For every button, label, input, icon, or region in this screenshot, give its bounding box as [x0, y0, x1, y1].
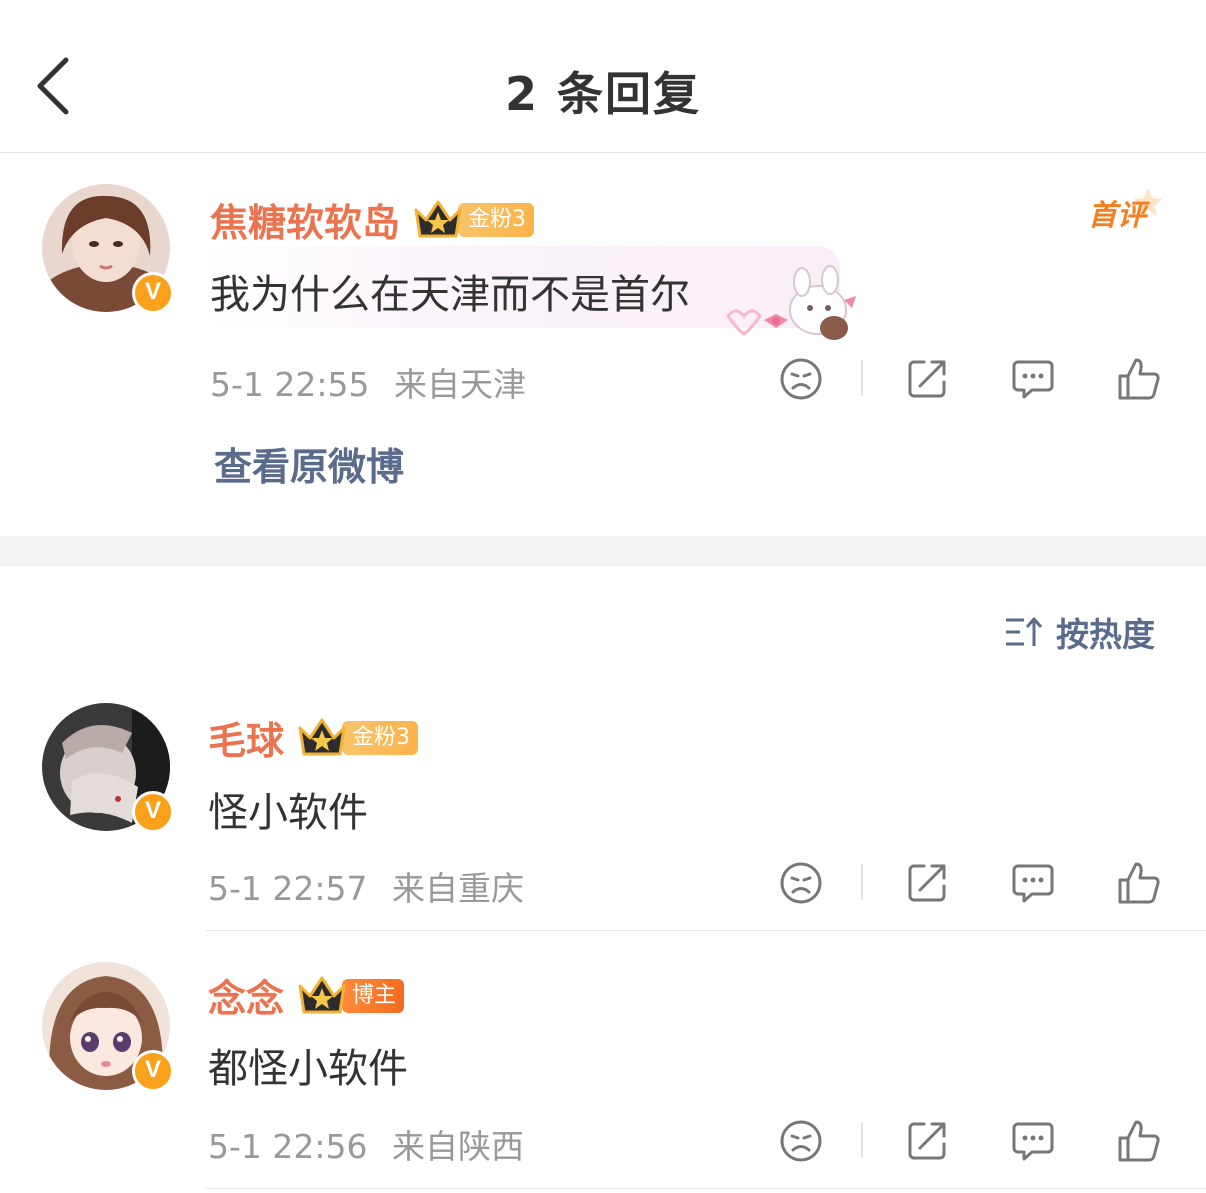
- sad-face-icon: [780, 1120, 822, 1162]
- verified-icon: V: [132, 272, 174, 314]
- avatar[interactable]: V: [42, 703, 174, 833]
- fan-level-badge: 金粉3: [342, 720, 419, 755]
- divider: [861, 1122, 863, 1158]
- avatar[interactable]: V: [42, 184, 174, 314]
- user-info: 毛球 金粉3: [208, 710, 419, 765]
- like-icon: [1118, 358, 1160, 400]
- share-icon: [908, 360, 946, 398]
- dislike-button[interactable]: [776, 354, 826, 404]
- like-button[interactable]: [1114, 1116, 1164, 1166]
- comment-button[interactable]: [1008, 858, 1058, 908]
- top-bar: 2 条回复: [0, 0, 1206, 153]
- sort-icon: [1006, 617, 1043, 646]
- share-button[interactable]: [902, 1116, 952, 1166]
- comment-meta: 5-1 22:55 来自天津: [210, 358, 526, 406]
- dislike-button[interactable]: [776, 858, 826, 908]
- comment-icon: [1012, 1122, 1054, 1161]
- like-button[interactable]: [1114, 354, 1164, 404]
- view-original-link[interactable]: 查看原微博: [214, 436, 404, 491]
- row-divider: [206, 930, 1206, 931]
- action-bar: [770, 354, 1170, 404]
- comment-meta: 5-1 22:56 来自陕西: [208, 1120, 524, 1168]
- fan-level-badge: 金粉3: [458, 202, 535, 237]
- like-icon: [1118, 862, 1160, 904]
- comment-button[interactable]: [1008, 354, 1058, 404]
- action-bar: [770, 1116, 1170, 1166]
- like-icon: [1118, 1120, 1160, 1162]
- sort-label: 按热度: [1056, 615, 1155, 654]
- sad-face-icon: [780, 358, 822, 400]
- bubble-decoration: [716, 264, 862, 348]
- verified-icon: V: [132, 791, 174, 833]
- comment-text: 我为什么在天津而不是首尔: [210, 272, 690, 318]
- action-bar: [770, 858, 1170, 908]
- sort-button[interactable]: 按热度: [1004, 610, 1155, 654]
- share-button[interactable]: [902, 858, 952, 908]
- divider: [861, 360, 863, 396]
- comment-icon: [1012, 864, 1054, 903]
- user-info: 念念 博主: [208, 968, 405, 1023]
- username[interactable]: 念念: [208, 968, 284, 1023]
- comment-text: 怪小软件: [208, 790, 368, 836]
- dislike-button[interactable]: [776, 1116, 826, 1166]
- avatar[interactable]: V: [42, 962, 174, 1092]
- crown-icon: [296, 716, 348, 760]
- sad-face-icon: [780, 862, 822, 904]
- comment-icon: [1012, 360, 1054, 399]
- crown-icon: [412, 198, 464, 242]
- comment-location: 来自重庆: [392, 869, 524, 908]
- comment-meta: 5-1 22:57 来自重庆: [208, 862, 524, 910]
- like-button[interactable]: [1114, 858, 1164, 908]
- verified-icon: V: [132, 1050, 174, 1092]
- comment-time: 5-1 22:57: [208, 869, 368, 908]
- comment-location: 来自陕西: [392, 1127, 524, 1166]
- crown-icon: [296, 974, 348, 1018]
- page-title: 2 条回复: [504, 67, 702, 121]
- comment-time: 5-1 22:56: [208, 1127, 368, 1166]
- user-info: 焦糖软软岛 金粉3: [210, 192, 535, 247]
- comment-text: 都怪小软件: [208, 1046, 408, 1092]
- host-badge: 博主: [342, 978, 405, 1013]
- username[interactable]: 焦糖软软岛: [210, 192, 400, 247]
- share-icon: [908, 1122, 946, 1160]
- comment-location: 来自天津: [394, 365, 526, 404]
- share-button[interactable]: [902, 354, 952, 404]
- comment-time: 5-1 22:55: [210, 365, 370, 404]
- comment-button[interactable]: [1008, 1116, 1058, 1166]
- first-comment-label: 首评: [1088, 198, 1147, 232]
- section-separator: [0, 536, 1206, 566]
- first-comment-tag: 首评: [1086, 188, 1166, 232]
- row-divider: [206, 1188, 1206, 1189]
- share-icon: [908, 864, 946, 902]
- divider: [861, 864, 863, 900]
- username[interactable]: 毛球: [208, 710, 284, 765]
